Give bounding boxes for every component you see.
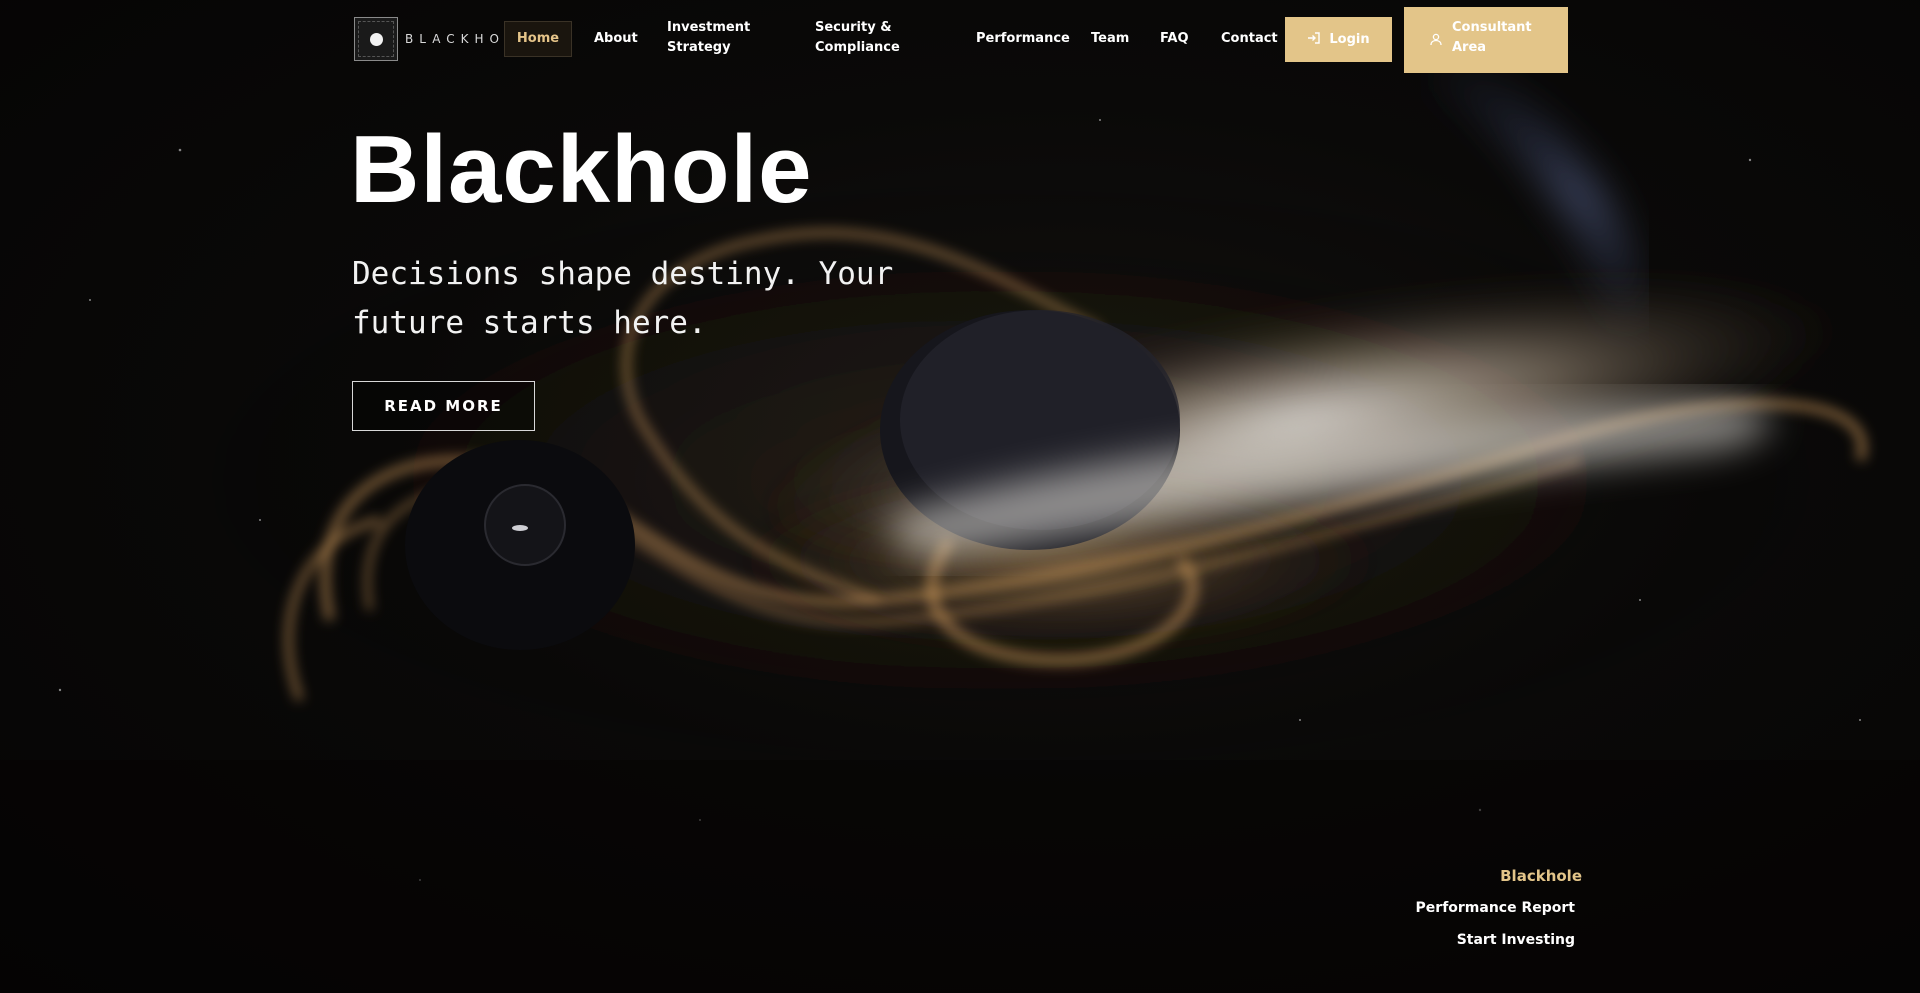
- side-link-start-investing[interactable]: Start Investing: [1416, 924, 1575, 956]
- side-link-brand[interactable]: Blackhole: [1416, 860, 1582, 892]
- nav-item-contact[interactable]: Contact: [1221, 29, 1278, 49]
- nav-item-investment-strategy[interactable]: Investment Strategy: [667, 18, 767, 58]
- black-hole-background-image: [0, 40, 1920, 993]
- nav-item-about[interactable]: About: [594, 29, 638, 49]
- user-icon: [1430, 33, 1442, 53]
- nav-item-home[interactable]: Home: [504, 21, 572, 57]
- top-navigation: BLACKHOLE Home About Investment Strategy…: [352, 0, 1572, 75]
- side-links: Blackhole Performance Report Start Inves…: [1416, 860, 1582, 956]
- nav-item-faq[interactable]: FAQ: [1160, 29, 1189, 49]
- read-more-button[interactable]: READ MORE: [352, 381, 535, 431]
- nav-item-security-compliance[interactable]: Security & Compliance: [815, 18, 925, 58]
- login-label: Login: [1329, 32, 1370, 47]
- page: BLACKHOLE Home About Investment Strategy…: [0, 0, 1920, 993]
- hero-subtitle: Decisions shape destiny. Your future sta…: [352, 256, 894, 341]
- consultant-area-label: Consultant Area: [1452, 20, 1532, 55]
- login-arrow-icon: [1307, 31, 1321, 49]
- side-link-performance-report[interactable]: Performance Report: [1416, 892, 1575, 924]
- nav-item-performance[interactable]: Performance: [976, 29, 1070, 49]
- nav-item-team[interactable]: Team: [1091, 29, 1129, 49]
- hero-title: Blackhole: [350, 116, 813, 223]
- logo-mark-icon: [354, 17, 398, 61]
- login-button[interactable]: Login: [1285, 17, 1392, 62]
- consultant-area-button[interactable]: Consultant Area: [1404, 7, 1568, 73]
